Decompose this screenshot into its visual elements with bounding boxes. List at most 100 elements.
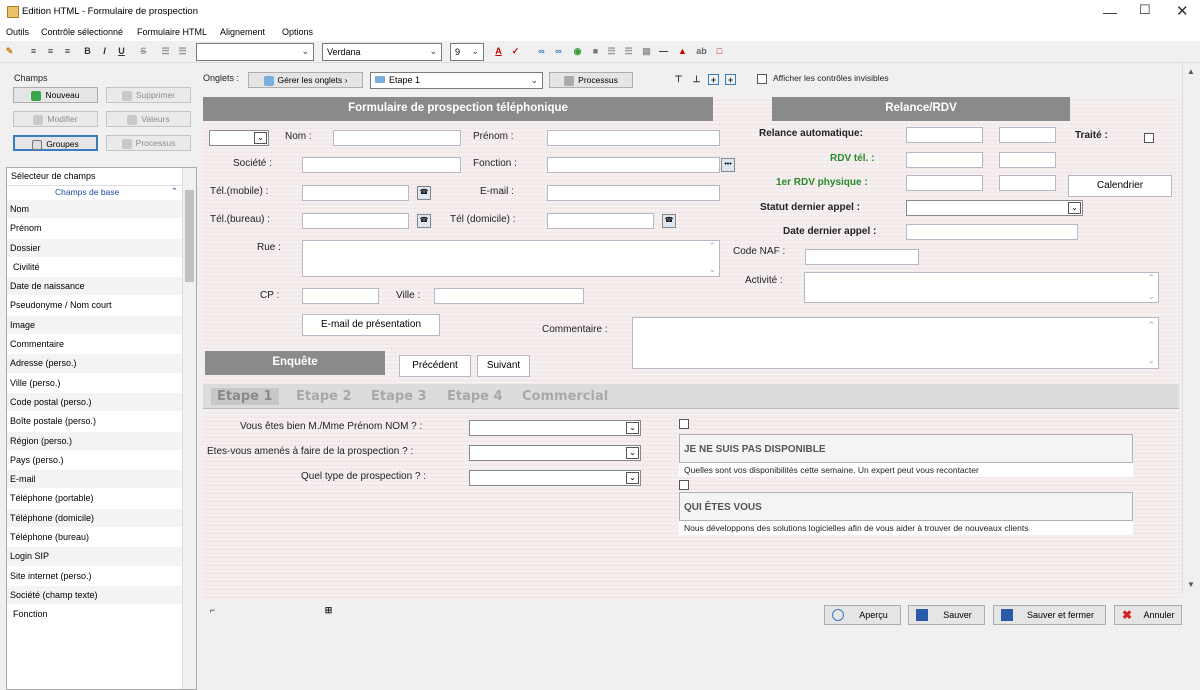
activite-textarea[interactable]: ⌃ ⌄ <box>804 272 1159 303</box>
size-combo[interactable]: 9 ⌄ <box>450 43 484 61</box>
image-icon[interactable]: ■ <box>590 46 601 57</box>
menu-controle[interactable]: Contrôle sélectionné <box>41 27 123 37</box>
field-item[interactable]: Dossier <box>7 238 196 258</box>
civility-select[interactable]: ⌄ <box>209 130 269 146</box>
date-appel-input[interactable] <box>906 224 1078 240</box>
group-header[interactable]: Champs de base ⌃ <box>7 186 196 200</box>
bullets-icon[interactable]: ☰ <box>606 46 617 57</box>
cp-input[interactable] <box>302 288 379 304</box>
sauver-button[interactable]: Sauver <box>908 605 985 625</box>
scroll-up-icon[interactable]: ▲ <box>1187 67 1195 76</box>
scroll-thumb[interactable] <box>185 190 194 282</box>
relance-input-1[interactable] <box>906 127 983 143</box>
ville-input[interactable] <box>434 288 584 304</box>
maximize-icon[interactable]: ☐ <box>1139 2 1151 18</box>
field-item[interactable]: E-mail <box>7 470 196 490</box>
manage-tabs-button[interactable]: Gérer les onglets › <box>248 72 363 88</box>
groups-button[interactable]: Groupes <box>13 135 98 151</box>
process-button[interactable]: Processus <box>106 135 191 151</box>
rue-textarea[interactable]: ⌃ ⌄ <box>302 240 720 277</box>
field-item[interactable]: Adresse (perso.) <box>7 354 196 374</box>
rdv-physique-input-2[interactable] <box>999 175 1056 191</box>
minimize-icon[interactable]: — <box>1103 4 1117 20</box>
grid-icon[interactable]: + <box>708 74 719 85</box>
commentaire-textarea[interactable]: ⌃ ⌄ <box>632 317 1159 369</box>
precedent-button[interactable]: Précédent <box>399 355 471 377</box>
phone-icon[interactable]: ☎ <box>417 186 431 200</box>
sauver-fermer-button[interactable]: Sauver et fermer <box>993 605 1106 625</box>
align-top-icon[interactable]: ⊤ <box>673 74 684 85</box>
rdv-tel-input-2[interactable] <box>999 152 1056 168</box>
align-right-icon[interactable]: ≡ <box>62 46 73 57</box>
phone-icon[interactable]: ☎ <box>417 214 431 228</box>
field-item[interactable]: Commentaire <box>7 335 196 355</box>
hr-icon[interactable]: — <box>658 46 669 57</box>
annuler-button[interactable]: ✖ Annuler <box>1114 605 1182 625</box>
tab-etape1[interactable]: Etape 1 <box>211 388 279 405</box>
tab-etape2[interactable]: Etape 2 <box>296 389 352 404</box>
modify-button[interactable]: Modifier <box>13 111 98 127</box>
grid2-icon[interactable]: + <box>725 74 736 85</box>
field-item[interactable]: Nom <box>7 200 196 220</box>
resize-icon[interactable]: ⌐ <box>207 605 218 616</box>
field-item[interactable]: Région (perso.) <box>7 431 196 451</box>
field-item[interactable]: Pseudonyme / Nom court <box>7 296 196 316</box>
style-combo[interactable]: ⌄ <box>196 43 314 61</box>
menu-alignement[interactable]: Alignement <box>220 27 265 37</box>
calendrier-button[interactable]: Calendrier <box>1068 175 1172 197</box>
rdv-physique-input-1[interactable] <box>906 175 983 191</box>
values-button[interactable]: Valeurs <box>106 111 191 127</box>
field-item[interactable]: Civilité <box>7 258 196 278</box>
list-icon[interactable]: ☰ <box>160 46 171 57</box>
field-item[interactable]: Boîte postale (perso.) <box>7 412 196 432</box>
link-icon[interactable]: ∞ <box>536 46 547 57</box>
tel-bureau-input[interactable] <box>302 213 409 229</box>
field-item[interactable]: Image <box>7 315 196 336</box>
font-color-icon[interactable]: A <box>493 46 504 57</box>
underline-icon[interactable]: U <box>116 46 127 57</box>
email-input[interactable] <box>547 185 720 201</box>
indent-icon[interactable]: ☰ <box>177 46 188 57</box>
statut-select[interactable]: ⌄ <box>906 200 1083 216</box>
scroll-down-icon[interactable]: ▼ <box>1187 580 1195 589</box>
rdv-tel-input-1[interactable] <box>906 152 983 168</box>
traite-checkbox[interactable] <box>1144 133 1154 143</box>
menu-options[interactable]: Options <box>282 27 313 37</box>
numbered-icon[interactable]: ☰ <box>623 46 634 57</box>
font-combo[interactable]: Verdana ⌄ <box>322 43 442 61</box>
layout-icon[interactable]: ⊞ <box>323 605 334 616</box>
fonction-input[interactable] <box>547 157 720 173</box>
field-item[interactable]: Téléphone (portable) <box>7 489 196 509</box>
close-icon[interactable]: ✕ <box>1176 2 1189 20</box>
apercu-button[interactable]: Aperçu <box>824 605 901 625</box>
prenom-input[interactable] <box>547 130 720 146</box>
tel-mobile-input[interactable] <box>302 185 409 201</box>
spell-icon[interactable]: ✓ <box>510 46 521 57</box>
field-item[interactable]: Prénom <box>7 219 196 239</box>
relance-input-2[interactable] <box>999 127 1056 143</box>
field-item[interactable]: Pays (perso.) <box>7 451 196 471</box>
field-item[interactable]: Login SIP <box>7 547 196 567</box>
bold-icon[interactable]: B <box>82 46 93 57</box>
field-item[interactable]: Code postal (perso.) <box>7 392 196 413</box>
new-button[interactable]: Nouveau <box>13 87 98 103</box>
suivant-button[interactable]: Suivant <box>477 355 530 377</box>
show-invisible-checkbox[interactable] <box>757 74 767 84</box>
tab-select[interactable]: Etape 1 ⌄ <box>370 72 543 89</box>
align-center-icon[interactable]: ≡ <box>45 46 56 57</box>
menu-formulaire[interactable]: Formulaire HTML <box>137 27 207 37</box>
option1-checkbox[interactable] <box>679 419 689 429</box>
email-presentation-button[interactable]: E-mail de présentation <box>302 314 440 336</box>
field-item[interactable]: Site internet (perso.) <box>7 567 196 586</box>
align-bottom-icon[interactable]: ⊥ <box>691 74 702 85</box>
q3-select[interactable]: ⌄ <box>469 470 641 486</box>
tel-domicile-input[interactable] <box>547 213 654 229</box>
tab-etape3[interactable]: Etape 3 <box>371 389 427 404</box>
clear-icon[interactable]: □ <box>714 46 725 57</box>
edit-icon[interactable]: ✎ <box>4 46 15 57</box>
option2-checkbox[interactable] <box>679 480 689 490</box>
menu-outils[interactable]: Outils <box>6 27 29 37</box>
field-item[interactable]: Fonction <box>7 605 196 625</box>
italic-icon[interactable]: I <box>99 46 110 57</box>
societe-input[interactable] <box>302 157 461 173</box>
